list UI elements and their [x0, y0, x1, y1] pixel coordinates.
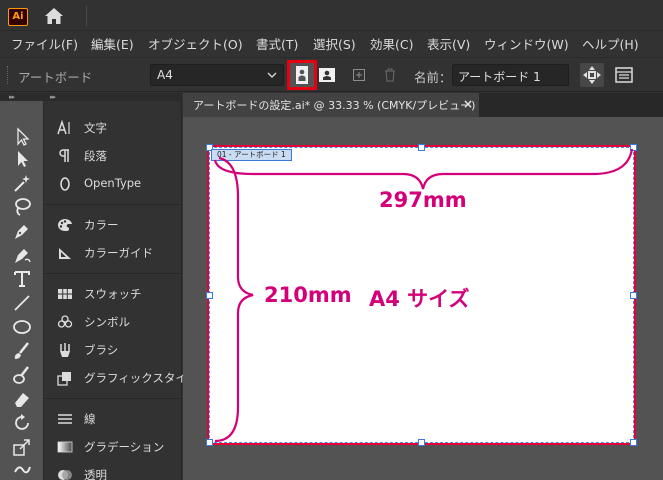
selection-tool-icon[interactable] — [11, 126, 33, 148]
menu-edit[interactable]: 編集(E) — [91, 34, 134, 53]
move-with-artwork-icon[interactable] — [580, 63, 604, 87]
panel-color[interactable]: カラー — [45, 212, 182, 238]
menu-bar: ファイル(F) 編集(E) オブジェクト(O) 書式(T) 選択(S) 効果(C… — [0, 31, 663, 54]
direct-selection-tool-icon[interactable] — [11, 148, 33, 170]
portrait-icon — [296, 66, 308, 84]
panel-brushes[interactable]: ブラシ — [45, 337, 182, 363]
close-icon[interactable]: × — [463, 97, 473, 111]
panel-label: ブラシ — [84, 343, 119, 357]
color-guide-icon — [59, 248, 71, 259]
divider — [45, 204, 182, 205]
panel-graphic-styles[interactable]: グラフィックスタイル — [45, 365, 198, 391]
type-tool-icon[interactable] — [11, 268, 33, 290]
warp-tool-icon[interactable] — [11, 458, 33, 480]
panel-dock-header — [0, 93, 182, 101]
ellipse-tool-icon[interactable] — [11, 316, 33, 338]
menu-help[interactable]: ヘルプ(H) — [582, 34, 639, 53]
menu-type[interactable]: 書式(T) — [256, 34, 298, 53]
canvas-area[interactable]: 01 - アートボード 1 297mm 210mm A4 サイズ — [183, 117, 663, 480]
color-palette-icon — [58, 218, 72, 231]
panel-label: 透明 — [84, 468, 107, 480]
character-icon — [57, 120, 70, 135]
size-annotation: A4 サイズ — [369, 287, 470, 311]
collapse-tools-icon[interactable]: ▸▸ — [9, 93, 15, 101]
document-tab-bar: アートボードの設定.ai* @ 33.33 % (CMYK/プレビュー) × — [183, 93, 663, 117]
collapse-panels-icon[interactable]: ▸▸ — [50, 93, 56, 101]
line-tool-icon[interactable] — [11, 292, 33, 314]
panel-paragraph[interactable]: 段落 — [45, 143, 182, 169]
panel-opentype[interactable]: OpenType — [45, 171, 182, 197]
trash-icon[interactable] — [383, 67, 397, 83]
scale-tool-icon[interactable] — [11, 436, 33, 458]
blob-brush-tool-icon[interactable] — [11, 364, 33, 386]
artboard-options-icon[interactable] — [614, 65, 634, 85]
panel-transparency[interactable]: 透明 — [45, 462, 182, 480]
artboard-preset-select[interactable]: A4 — [150, 64, 284, 86]
menu-view[interactable]: 表示(V) — [427, 34, 470, 53]
menu-window[interactable]: ウィンドウ(W) — [484, 34, 569, 53]
panel-stroke[interactable]: 線 — [45, 406, 182, 432]
title-bar: Ai — [0, 0, 663, 31]
panel-label: 段落 — [84, 149, 107, 163]
preset-value: A4 — [157, 68, 173, 82]
divider — [86, 6, 87, 26]
panel-label: グラフィックスタイル — [84, 371, 199, 385]
menu-file[interactable]: ファイル(F) — [11, 34, 78, 53]
menu-select[interactable]: 選択(S) — [313, 34, 356, 53]
chevron-down-icon — [267, 72, 277, 79]
document-tab-title: アートボードの設定.ai* @ 33.33 % (CMYK/プレビュー) — [193, 99, 476, 112]
paragraph-icon — [59, 149, 69, 162]
collapsed-panels: 文字 段落 OpenType カラー カラーガイド スウォッチ シンボル ブラシ… — [45, 101, 198, 480]
symbols-icon — [57, 315, 73, 328]
panel-label: 線 — [84, 412, 96, 426]
magic-wand-tool-icon[interactable] — [11, 172, 33, 194]
panel-symbols[interactable]: シンボル — [45, 309, 182, 335]
pen-tool-icon[interactable] — [11, 220, 33, 242]
curvature-tool-icon[interactable] — [11, 244, 33, 266]
app-logo: Ai — [8, 8, 28, 26]
gradient-icon — [57, 441, 73, 453]
width-annotation: 297mm — [379, 188, 467, 212]
new-artboard-icon[interactable] — [352, 67, 366, 83]
panel-label: カラー — [84, 218, 119, 232]
home-icon[interactable] — [44, 7, 64, 25]
menu-object[interactable]: オブジェクト(O) — [148, 34, 243, 53]
panel-label: OpenType — [84, 176, 142, 190]
panel-label: スウォッチ — [84, 287, 142, 301]
eraser-tool-icon[interactable] — [11, 388, 33, 410]
control-bar: アートボード A4 名前： アートボード 1 — [0, 57, 663, 92]
rotate-tool-icon[interactable] — [11, 412, 33, 434]
artboard-name-input[interactable]: アートボード 1 — [452, 64, 569, 86]
transparency-icon — [58, 470, 72, 480]
height-annotation: 210mm — [264, 283, 352, 307]
control-panel-label: アートボード — [18, 70, 93, 85]
artboard-name-label: 名前： — [414, 70, 452, 85]
landscape-orientation-button[interactable] — [318, 65, 336, 85]
panel-character[interactable]: 文字 — [45, 115, 182, 141]
panel-label: カラーガイド — [84, 246, 153, 260]
panel-label: グラデーション — [84, 440, 165, 454]
graphic-styles-icon — [57, 372, 71, 386]
panel-gradient[interactable]: グラデーション — [45, 434, 182, 460]
panel-swatches[interactable]: スウォッチ — [45, 281, 182, 307]
portrait-orientation-button[interactable] — [287, 60, 317, 90]
swatches-icon — [58, 289, 72, 299]
panel-label: シンボル — [84, 315, 130, 329]
lasso-tool-icon[interactable] — [11, 196, 33, 218]
tools-panel — [0, 101, 44, 480]
panel-grip[interactable] — [7, 66, 9, 84]
panel-color-guide[interactable]: カラーガイド — [45, 240, 182, 266]
menu-effect[interactable]: 効果(C) — [370, 34, 413, 53]
brushes-icon — [60, 343, 70, 357]
document-tab[interactable]: アートボードの設定.ai* @ 33.33 % (CMYK/プレビュー) × — [183, 93, 479, 117]
divider — [45, 398, 182, 399]
opentype-icon — [60, 177, 70, 191]
stroke-icon — [58, 414, 72, 424]
divider — [45, 273, 182, 274]
panel-label: 文字 — [84, 121, 107, 135]
paintbrush-tool-icon[interactable] — [11, 340, 33, 362]
move-arrows-icon — [583, 66, 601, 84]
